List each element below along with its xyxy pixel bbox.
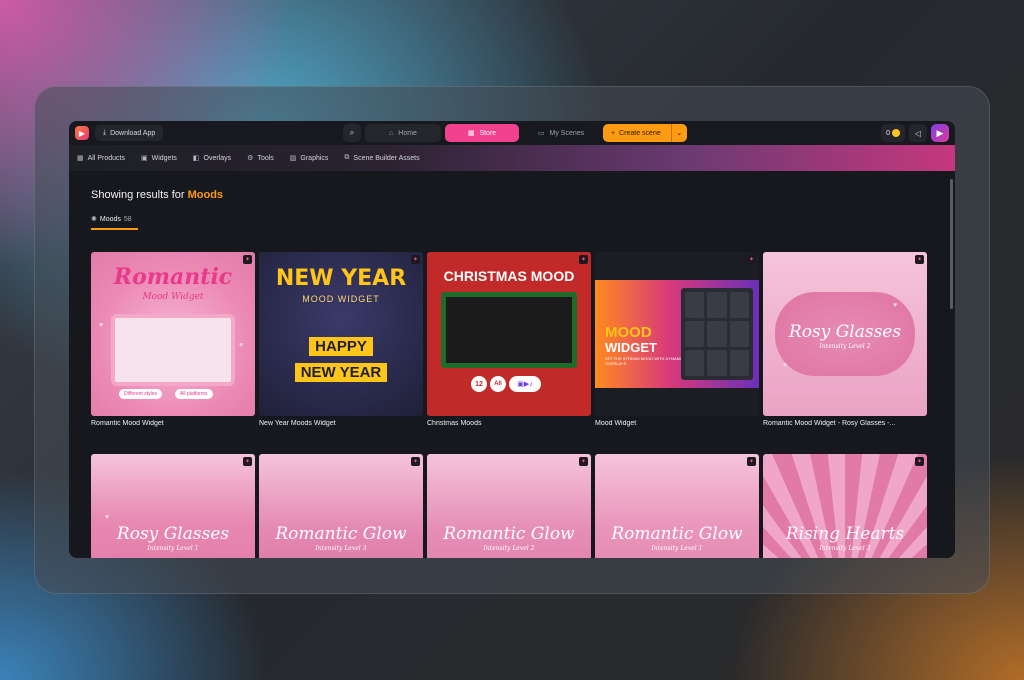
pin-icon[interactable]: ✦	[411, 255, 420, 264]
tab-moods[interactable]: ✺ Moods 58	[91, 215, 132, 224]
moods-icon: ✺	[91, 216, 97, 223]
overlay-icon: ◧	[192, 155, 200, 162]
platform-icons: ▣▶♪	[509, 376, 541, 392]
category-tools[interactable]: ⚙ Tools	[247, 154, 274, 163]
megaphone-icon[interactable]: ◁	[909, 124, 927, 142]
product-card[interactable]: Romantic Glow Intensity Level 2 ✦	[427, 454, 591, 558]
heart-icon: ♥	[893, 302, 898, 309]
pin-icon[interactable]: ✦	[747, 255, 756, 264]
product-thumbnail: Rosy Glasses Intensity Level 1 ♥ ✦	[91, 454, 255, 558]
download-icon: ⤓	[103, 129, 107, 136]
category-scene-builder-assets[interactable]: ⧉ Scene Builder Assets	[344, 154, 419, 162]
product-thumbnail: Romantic Mood Widget Different styles Al…	[91, 252, 255, 416]
pin-icon[interactable]: ✦	[243, 255, 252, 264]
gear-icon: ⚙	[247, 155, 254, 162]
mood-grid	[681, 288, 753, 380]
category-overlays[interactable]: ◧ Overlays	[192, 154, 231, 163]
heart-icon: ♥	[105, 514, 110, 521]
product-thumbnail: Romantic Glow Intensity Level 1 ✦	[595, 454, 759, 558]
product-title: Mood Widget	[595, 420, 637, 427]
store-grid-icon: ▦	[467, 130, 475, 137]
download-app-button[interactable]: ⤓ Download App	[95, 125, 164, 141]
product-card[interactable]: MOOD WIDGET SET THE STREAM MOOD WITH DYN…	[595, 252, 759, 427]
product-card[interactable]: Rising Hearts Intensity Level 3 ✦	[763, 454, 927, 558]
tab-underline	[91, 228, 138, 230]
nav-my-scenes[interactable]: ▭ My Scenes	[523, 124, 599, 142]
heart-icon: ♥	[239, 342, 244, 349]
widget-icon: ▣	[140, 155, 148, 162]
product-thumbnail: CHRISTMAS MOOD 12 All ▣▶♪ ✦	[427, 252, 591, 416]
product-thumbnail: MOOD WIDGET SET THE STREAM MOOD WITH DYN…	[595, 252, 759, 416]
product-card[interactable]: Romantic Glow Intensity Level 1 ✦	[595, 454, 759, 558]
heart-icon: ♥	[99, 322, 104, 329]
chevron-down-icon[interactable]: ⌄	[670, 124, 687, 142]
product-title: New Year Moods Widget	[259, 420, 336, 427]
product-thumbnail: Romantic Glow Intensity Level 3 ✦	[259, 454, 423, 558]
product-card[interactable]: Romantic Mood Widget Different styles Al…	[91, 252, 255, 427]
scrollbar[interactable]	[950, 179, 953, 309]
product-thumbnail: NEW YEAR MOOD WIDGET HAPPY NEW YEAR ✦	[259, 252, 423, 416]
main-nav: ⌕ ⌂ Home ▦ Store ▭ My Scenes + Create sc…	[343, 124, 687, 142]
app-logo-icon[interactable]: ▶	[75, 126, 89, 140]
pin-icon[interactable]: ✦	[579, 457, 588, 466]
folder-icon: ▭	[537, 130, 545, 137]
plus-icon: +	[611, 129, 616, 137]
product-card[interactable]: Rosy Glasses Intensity Level 1 ♥ ✦	[91, 454, 255, 558]
create-scene-button[interactable]: + Create scene ⌄	[603, 124, 687, 142]
results-heading: Showing results for Moods	[91, 189, 224, 201]
pin-icon[interactable]: ✦	[915, 457, 924, 466]
scene-icon: ⧉	[344, 154, 350, 161]
category-graphics[interactable]: ▨ Graphics	[289, 154, 329, 163]
search-icon[interactable]: ⌕	[343, 124, 361, 142]
category-bar: ▦ All Products ▣ Widgets ◧ Overlays ⚙ Tools …	[69, 145, 955, 171]
product-title: Romantic Mood Widget - Rosy Glasses -...	[763, 420, 896, 427]
app-window: ▶ ⤓ Download App ⌕ ⌂ Home ▦ Store ▭ My S…	[69, 121, 955, 558]
product-title: Romantic Mood Widget	[91, 420, 164, 427]
wreath-frame	[441, 292, 577, 368]
coin-balance[interactable]: 0	[881, 124, 905, 142]
pin-icon[interactable]: ✦	[747, 457, 756, 466]
product-title: Christmas Moods	[427, 420, 482, 427]
product-thumbnail: Rising Hearts Intensity Level 3 ✦	[763, 454, 927, 558]
nav-home[interactable]: ⌂ Home	[365, 124, 441, 142]
avatar[interactable]: ▶	[931, 124, 949, 142]
pin-icon[interactable]: ✦	[411, 457, 420, 466]
home-icon: ⌂	[389, 129, 394, 137]
product-card[interactable]: Rosy Glasses Intensity Level 2 ♥ ♥ ✦ Rom…	[763, 252, 927, 427]
nav-store[interactable]: ▦ Store	[445, 124, 519, 142]
category-widgets[interactable]: ▣ Widgets	[140, 154, 177, 163]
product-card[interactable]: Romantic Glow Intensity Level 3 ✦	[259, 454, 423, 558]
widget-preview-frame	[111, 314, 235, 386]
coin-icon	[892, 129, 900, 137]
grid-icon: ▦	[77, 155, 84, 162]
heart-icon: ♥	[783, 362, 788, 369]
image-icon: ▨	[289, 155, 297, 162]
right-tools: 0 ◁ ▶	[881, 124, 949, 142]
product-card[interactable]: CHRISTMAS MOOD 12 All ▣▶♪ ✦ Christmas Mo…	[427, 252, 591, 427]
product-thumbnail: Rosy Glasses Intensity Level 2 ♥ ♥ ✦	[763, 252, 927, 416]
top-bar: ▶ ⤓ Download App ⌕ ⌂ Home ▦ Store ▭ My S…	[69, 121, 955, 145]
pin-icon[interactable]: ✦	[579, 255, 588, 264]
product-card[interactable]: NEW YEAR MOOD WIDGET HAPPY NEW YEAR ✦ Ne…	[259, 252, 423, 427]
pin-icon[interactable]: ✦	[915, 255, 924, 264]
pin-icon[interactable]: ✦	[243, 457, 252, 466]
results-area: Showing results for Moods ✺ Moods 58 Rom…	[69, 171, 955, 558]
product-thumbnail: Romantic Glow Intensity Level 2 ✦	[427, 454, 591, 558]
category-all-products[interactable]: ▦ All Products	[77, 154, 125, 163]
